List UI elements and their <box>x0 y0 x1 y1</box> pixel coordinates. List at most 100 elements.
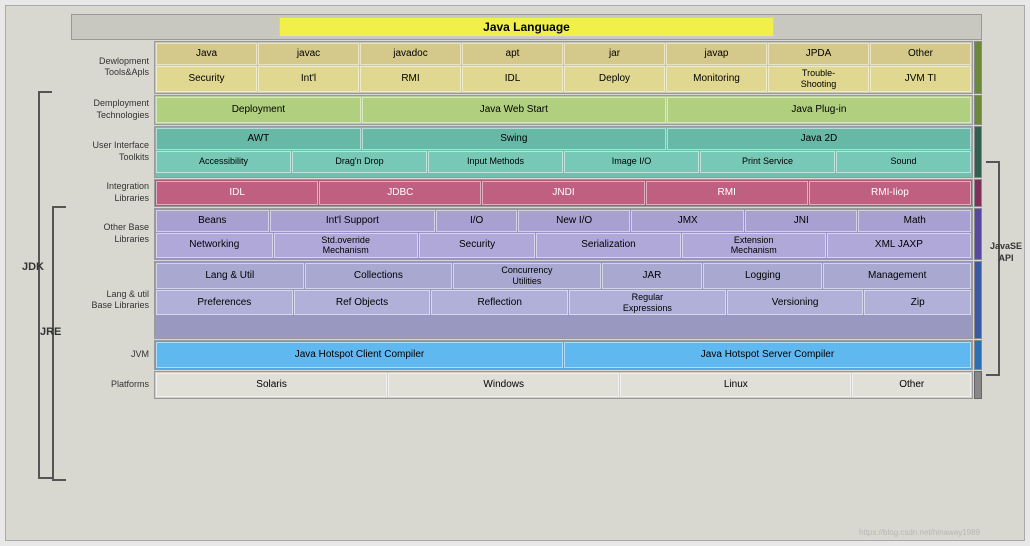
cell-linux: Linux <box>620 373 851 397</box>
cell-other-dev: Other <box>870 43 971 65</box>
base-libs-label: Other BaseLibraries <box>71 208 153 261</box>
cell-jndi: JNDI <box>482 181 644 205</box>
java-language-bar: Java Language <box>279 17 775 37</box>
dev-tools-right-accent <box>974 41 982 94</box>
cell-management: Management <box>823 263 971 289</box>
cell-javap: javap <box>666 43 767 65</box>
cell-sound: Sound <box>836 151 971 173</box>
cell-xmljaxp: XML JAXP <box>827 233 971 259</box>
cell-solaris: Solaris <box>156 373 387 397</box>
langutil-right-accent <box>974 261 982 339</box>
jre-label: JRE <box>40 326 61 338</box>
cell-javaplugin: Java Plug-in <box>667 97 971 123</box>
cell-extensionmech: ExtensionMechanism <box>682 233 826 259</box>
cell-math: Math <box>858 210 971 232</box>
base-libs-section: Other BaseLibraries Beans Int'l Support … <box>71 208 982 261</box>
cell-javac: javac <box>258 43 359 65</box>
cell-imageio: Image I/O <box>564 151 699 173</box>
jdk-label: JDK <box>22 261 44 273</box>
cell-jmx: JMX <box>631 210 744 232</box>
javaapi-bracket <box>986 161 1000 376</box>
jvm-section: JVM Java Hotspot Client Compiler Java Ho… <box>71 340 982 370</box>
cell-deployment: Deployment <box>156 97 361 123</box>
cell-reflection: Reflection <box>431 290 568 316</box>
dev-tools-label: DewlopmentTools&Apls <box>71 41 153 94</box>
cell-jni: JNI <box>745 210 858 232</box>
cell-awt: AWT <box>156 128 361 150</box>
deployment-right-accent <box>974 95 982 125</box>
ui-row2: Accessibility Drag'n Drop Input Methods … <box>156 151 971 173</box>
cell-apt: apt <box>462 43 563 65</box>
platforms-label: Platforms <box>71 371 153 399</box>
platforms-section: Platforms Solaris Windows Linux Other <box>71 371 982 399</box>
cell-beans: Beans <box>156 210 269 232</box>
cell-jpda: JPDA <box>768 43 869 65</box>
cell-rmiiiop: RMI-Iiop <box>809 181 971 205</box>
cell-intl: Int'l <box>258 66 359 92</box>
cell-idl-dev: IDL <box>462 66 563 92</box>
cell-io: I/O <box>436 210 517 232</box>
jvm-right-accent <box>974 340 982 370</box>
base-row2: Networking Std.overrideMechanism Securit… <box>156 233 971 259</box>
ui-toolkits-section: User InterfaceToolkits AWT Swing Java 2D… <box>71 126 982 178</box>
platforms-right-accent <box>974 371 982 399</box>
langutil-section: Lang & utilBase Libraries Lang & Util Co… <box>71 261 982 339</box>
jdk-bracket <box>38 91 52 479</box>
cell-langutil: Lang & Util <box>156 263 304 289</box>
base-libs-right-accent <box>974 208 982 261</box>
dev-tools-row2: Security Int'l RMI IDL Deploy Monitoring… <box>156 66 971 92</box>
java-language-row: Java Language <box>71 14 982 40</box>
jre-bracket <box>52 206 66 481</box>
cell-regex: RegularExpressions <box>569 290 726 316</box>
cell-preferences: Preferences <box>156 290 293 316</box>
cell-versioning: Versioning <box>727 290 864 316</box>
cell-newio: New I/O <box>518 210 631 232</box>
cell-javadoc: javadoc <box>360 43 461 65</box>
cell-rmi: RMI <box>646 181 808 205</box>
cell-other-platform: Other <box>852 373 971 397</box>
cell-inputmethods: Input Methods <box>428 151 563 173</box>
cell-swing: Swing <box>362 128 666 150</box>
cell-jvmti: JVM TI <box>870 66 971 92</box>
jvm-label: JVM <box>71 340 153 370</box>
deployment-section: DemploymentTechnologies Deployment Java … <box>71 95 982 125</box>
cell-printservice: Print Service <box>700 151 835 173</box>
cell-dragndrop: Drag'n Drop <box>292 151 427 173</box>
cell-refobjects: Ref Objects <box>294 290 431 316</box>
cell-networking: Networking <box>156 233 273 259</box>
cell-accessibility: Accessibility <box>156 151 291 173</box>
cell-stdoverride: Std.overrideMechanism <box>274 233 418 259</box>
langutil-row2: Preferences Ref Objects Reflection Regul… <box>156 290 971 316</box>
cell-rmi-dev: RMI <box>360 66 461 92</box>
cell-deploy: Deploy <box>564 66 665 92</box>
ui-row1: AWT Swing Java 2D <box>156 128 971 150</box>
cell-java: Java <box>156 43 257 65</box>
cell-intlsupport: Int'l Support <box>270 210 436 232</box>
integration-section: IntegrationLibraries IDL JDBC JNDI RMI R… <box>71 179 982 207</box>
cell-logging: Logging <box>703 263 822 289</box>
cell-java2d: Java 2D <box>667 128 971 150</box>
deployment-label: DemploymentTechnologies <box>71 95 153 125</box>
cell-troubleshoot: Trouble-Shooting <box>768 66 869 92</box>
cell-serialization: Serialization <box>536 233 680 259</box>
cell-javawebstart: Java Web Start <box>362 97 666 123</box>
cell-security-dev: Security <box>156 66 257 92</box>
langutil-row1: Lang & Util Collections ConcurrencyUtili… <box>156 263 971 289</box>
cell-concurrency: ConcurrencyUtilities <box>453 263 601 289</box>
dev-tools-row1: Java javac javadoc apt jar javap JPDA Ot… <box>156 43 971 65</box>
cell-jar: jar <box>564 43 665 65</box>
base-row1: Beans Int'l Support I/O New I/O JMX JNI … <box>156 210 971 232</box>
cell-jvm-server: Java Hotspot Server Compiler <box>564 342 971 368</box>
integration-label: IntegrationLibraries <box>71 179 153 207</box>
cell-monitoring: Monitoring <box>666 66 767 92</box>
ui-right-accent <box>974 126 982 178</box>
javaapi-label: JavaSEAPI <box>990 241 1022 264</box>
ui-toolkits-label: User InterfaceToolkits <box>71 126 153 178</box>
cell-collections: Collections <box>305 263 453 289</box>
cell-windows: Windows <box>388 373 619 397</box>
cell-idl: IDL <box>156 181 318 205</box>
langutil-label: Lang & utilBase Libraries <box>71 261 153 339</box>
integration-right-accent <box>974 179 982 207</box>
cell-jdbc: JDBC <box>319 181 481 205</box>
cell-security-base: Security <box>419 233 536 259</box>
